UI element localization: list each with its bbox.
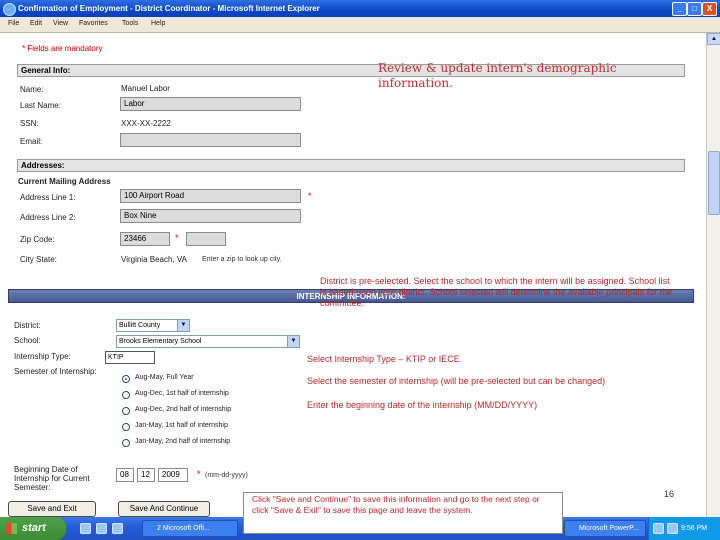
- address-line-1-label: Address Line 1:: [20, 193, 76, 202]
- district-label: District:: [14, 321, 41, 330]
- start-label: start: [22, 522, 46, 534]
- windows-logo-icon: [6, 523, 17, 534]
- taskbar-item-powerpoint[interactable]: Microsoft PowerP...: [564, 520, 646, 537]
- window-title-bar[interactable]: Confirmation of Employment - District Co…: [0, 0, 720, 17]
- minimize-button[interactable]: _: [672, 2, 687, 16]
- semester-radio-aug-dec-1[interactable]: [122, 391, 130, 399]
- school-select[interactable]: Brooks Elementary School ▼: [116, 335, 300, 348]
- save-and-continue-button[interactable]: Save And Continue: [118, 501, 210, 517]
- volume-tray-icon[interactable]: [667, 523, 678, 534]
- clock: 9:56 PM: [681, 525, 708, 532]
- system-tray: 9:56 PM: [648, 517, 720, 540]
- maximize-button[interactable]: □: [687, 2, 702, 16]
- scroll-thumb[interactable]: [708, 151, 720, 215]
- district-select[interactable]: Bullitt County ▼: [116, 319, 190, 332]
- last-name-input[interactable]: Labor: [120, 97, 301, 111]
- semester-option-label: Jan-May, 2nd half of internship: [135, 438, 231, 445]
- semester-option-label: Aug-Dec, 2nd half of internship: [135, 406, 232, 413]
- name-value: Manuel Labor: [121, 84, 170, 93]
- annotation-district: District is pre-selected. Select the sch…: [320, 276, 673, 308]
- internship-type-label: Internship Type:: [14, 352, 71, 361]
- district-value: Bullitt County: [119, 322, 161, 329]
- semester-radio-full-year[interactable]: [122, 375, 130, 383]
- scroll-up-arrow-icon[interactable]: ▲: [707, 33, 720, 45]
- city-state-label: City State:: [20, 255, 57, 264]
- required-star: *: [308, 191, 312, 201]
- window-title: Confirmation of Employment - District Co…: [18, 4, 320, 13]
- city-state-value: Virginia Beach, VA: [121, 255, 187, 264]
- semester-radio-aug-dec-2[interactable]: [122, 407, 130, 415]
- network-tray-icon[interactable]: [653, 523, 664, 534]
- ie-quicklaunch-icon[interactable]: [80, 523, 91, 534]
- close-button[interactable]: X: [702, 2, 717, 16]
- zip-code-label: Zip Code:: [20, 235, 55, 244]
- semester-radio-jan-may-2[interactable]: [122, 439, 130, 447]
- menu-tools[interactable]: Tools: [122, 20, 138, 27]
- menu-bar: File Edit View Favorites Tools Help: [0, 17, 720, 33]
- school-label: School:: [14, 336, 41, 345]
- mailing-address-label: Current Mailing Address: [18, 177, 111, 186]
- internet-explorer-icon: [3, 3, 16, 16]
- vertical-scrollbar[interactable]: ▲: [706, 33, 720, 517]
- chevron-down-icon[interactable]: ▼: [177, 320, 189, 331]
- menu-file[interactable]: File: [8, 20, 19, 27]
- semester-option-label: Aug-Dec, 1st half of internship: [135, 390, 229, 397]
- zip-code-input[interactable]: 23466: [120, 232, 170, 246]
- save-and-exit-button[interactable]: Save and Exit: [8, 501, 96, 517]
- school-value: Brooks Elementary School: [119, 338, 202, 345]
- page-content: * Fields are mandatory General Info: Nam…: [0, 33, 705, 517]
- address-line-1-input[interactable]: 100 Airport Road: [120, 189, 301, 203]
- last-name-label: Last Name:: [20, 101, 61, 110]
- annotation-internship-type: Select Internship Type – KTIP or IECE.: [307, 354, 463, 364]
- city-lookup-hint: Enter a zip to look up city.: [202, 256, 282, 263]
- address-line-2-label: Address Line 2:: [20, 213, 76, 222]
- mandatory-note: * Fields are mandatory: [22, 44, 103, 53]
- begin-date-label-line3: Semester:: [14, 483, 51, 492]
- annotation-semester: Select the semester of internship (will …: [307, 376, 606, 386]
- begin-year-input[interactable]: 2009: [158, 468, 188, 482]
- addresses-header: Addresses:: [17, 159, 685, 172]
- annotation-begin-date: Enter the beginning date of the internsh…: [307, 400, 538, 410]
- date-format-hint: (mm-dd-yyyy): [205, 472, 248, 479]
- semester-option-label: Aug-May, Full Year: [135, 374, 194, 381]
- annotation-save: Click "Save and Continue" to save this i…: [243, 492, 563, 534]
- begin-day-input[interactable]: 12: [137, 468, 155, 482]
- internship-type-value: KTIP: [108, 354, 124, 361]
- name-label: Name:: [20, 85, 44, 94]
- required-star: *: [197, 469, 201, 479]
- ssn-label: SSN:: [20, 119, 39, 128]
- slide-page-number: 16: [664, 489, 675, 499]
- annotation-demographic: Review & update intern's demographic inf…: [378, 61, 617, 90]
- begin-month-input[interactable]: 08: [116, 468, 134, 482]
- email-label: Email:: [20, 137, 43, 146]
- taskbar-item-office[interactable]: 2 Microsoft Offi...: [142, 520, 238, 537]
- required-star: *: [175, 233, 179, 243]
- internship-type-select[interactable]: KTIP: [105, 351, 155, 364]
- email-input[interactable]: [120, 133, 301, 147]
- semester-option-label: Jan-May, 1st half of internship: [135, 422, 228, 429]
- ssn-value: XXX-XX-2222: [121, 119, 171, 128]
- menu-edit[interactable]: Edit: [30, 20, 42, 27]
- menu-favorites[interactable]: Favorites: [79, 20, 108, 27]
- begin-date-label-line1: Beginning Date of: [14, 465, 78, 474]
- address-line-2-input[interactable]: Box Nine: [120, 209, 301, 223]
- semester-label: Semester of Internship:: [14, 367, 97, 376]
- desktop-quicklaunch-icon[interactable]: [96, 523, 107, 534]
- begin-date-label-line2: Internship for Current: [14, 474, 90, 483]
- semester-radio-jan-may-1[interactable]: [122, 423, 130, 431]
- media-quicklaunch-icon[interactable]: [112, 523, 123, 534]
- menu-view[interactable]: View: [53, 20, 68, 27]
- menu-help[interactable]: Help: [151, 20, 165, 27]
- start-button[interactable]: start: [0, 517, 66, 540]
- chevron-down-icon[interactable]: ▼: [287, 336, 299, 347]
- zip-extension-input[interactable]: [186, 232, 226, 246]
